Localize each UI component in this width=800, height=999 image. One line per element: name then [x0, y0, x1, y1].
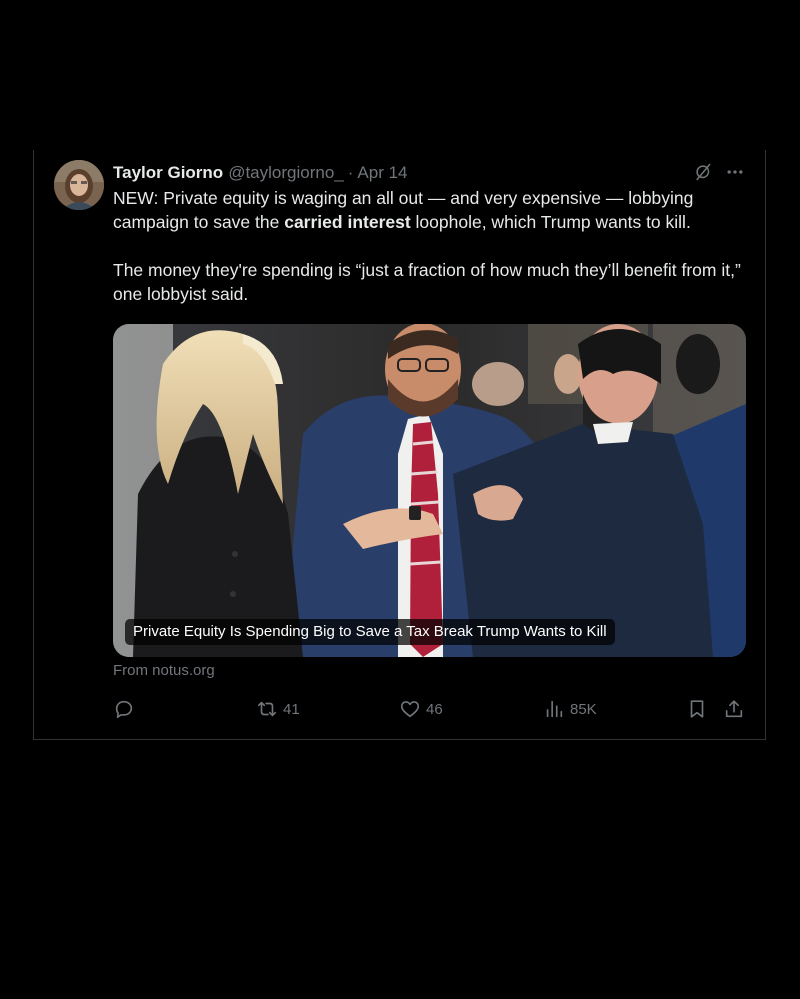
bookmark-button[interactable] — [686, 697, 708, 721]
tweet-paragraph-1: NEW: Private equity is waging an all out… — [113, 186, 753, 234]
like-count: 46 — [426, 700, 443, 718]
reply-button[interactable] — [113, 697, 135, 721]
tweet-text-p1b: loophole, which Trump wants to kill. — [410, 212, 691, 232]
like-button[interactable]: 46 — [399, 697, 443, 721]
tweet-date[interactable]: Apr 14 — [357, 163, 407, 183]
author-name[interactable]: Taylor Giorno — [113, 163, 223, 183]
tweet-text-bold: carried interest — [284, 212, 411, 232]
author-avatar[interactable] — [54, 160, 104, 210]
heart-icon — [399, 698, 421, 720]
author-handle[interactable]: @taylorgiorno_ — [228, 163, 344, 183]
card-caption: Private Equity Is Spending Big to Save a… — [125, 619, 615, 645]
header-icons — [693, 162, 745, 182]
bookmark-icon — [686, 698, 708, 720]
separator-dot: · — [347, 163, 354, 182]
views-count: 85K — [570, 700, 597, 718]
reply-icon — [113, 698, 135, 720]
views-button[interactable]: 85K — [543, 697, 597, 721]
card-source[interactable]: From notus.org — [113, 662, 215, 679]
tweet-text: NEW: Private equity is waging an all out… — [113, 186, 753, 306]
tweet-card[interactable]: Taylor Giorno @taylorgiorno_ · Apr 14 NE… — [33, 150, 766, 740]
grok-icon[interactable] — [693, 162, 713, 182]
link-card[interactable]: Private Equity Is Spending Big to Save a… — [113, 324, 746, 657]
retweet-count: 41 — [283, 700, 300, 718]
share-button[interactable] — [723, 697, 745, 721]
retweet-icon — [256, 698, 278, 720]
views-icon — [543, 698, 565, 720]
avatar-image — [54, 160, 104, 210]
share-icon — [723, 698, 745, 720]
tweet-paragraph-2: The money they're spending is “just a fr… — [113, 260, 741, 304]
card-image — [113, 324, 746, 657]
more-icon[interactable] — [725, 162, 745, 182]
tweet-header: Taylor Giorno @taylorgiorno_ · Apr 14 — [113, 162, 408, 184]
retweet-button[interactable]: 41 — [256, 697, 300, 721]
tweet-actions: 41 46 85K — [113, 697, 746, 721]
